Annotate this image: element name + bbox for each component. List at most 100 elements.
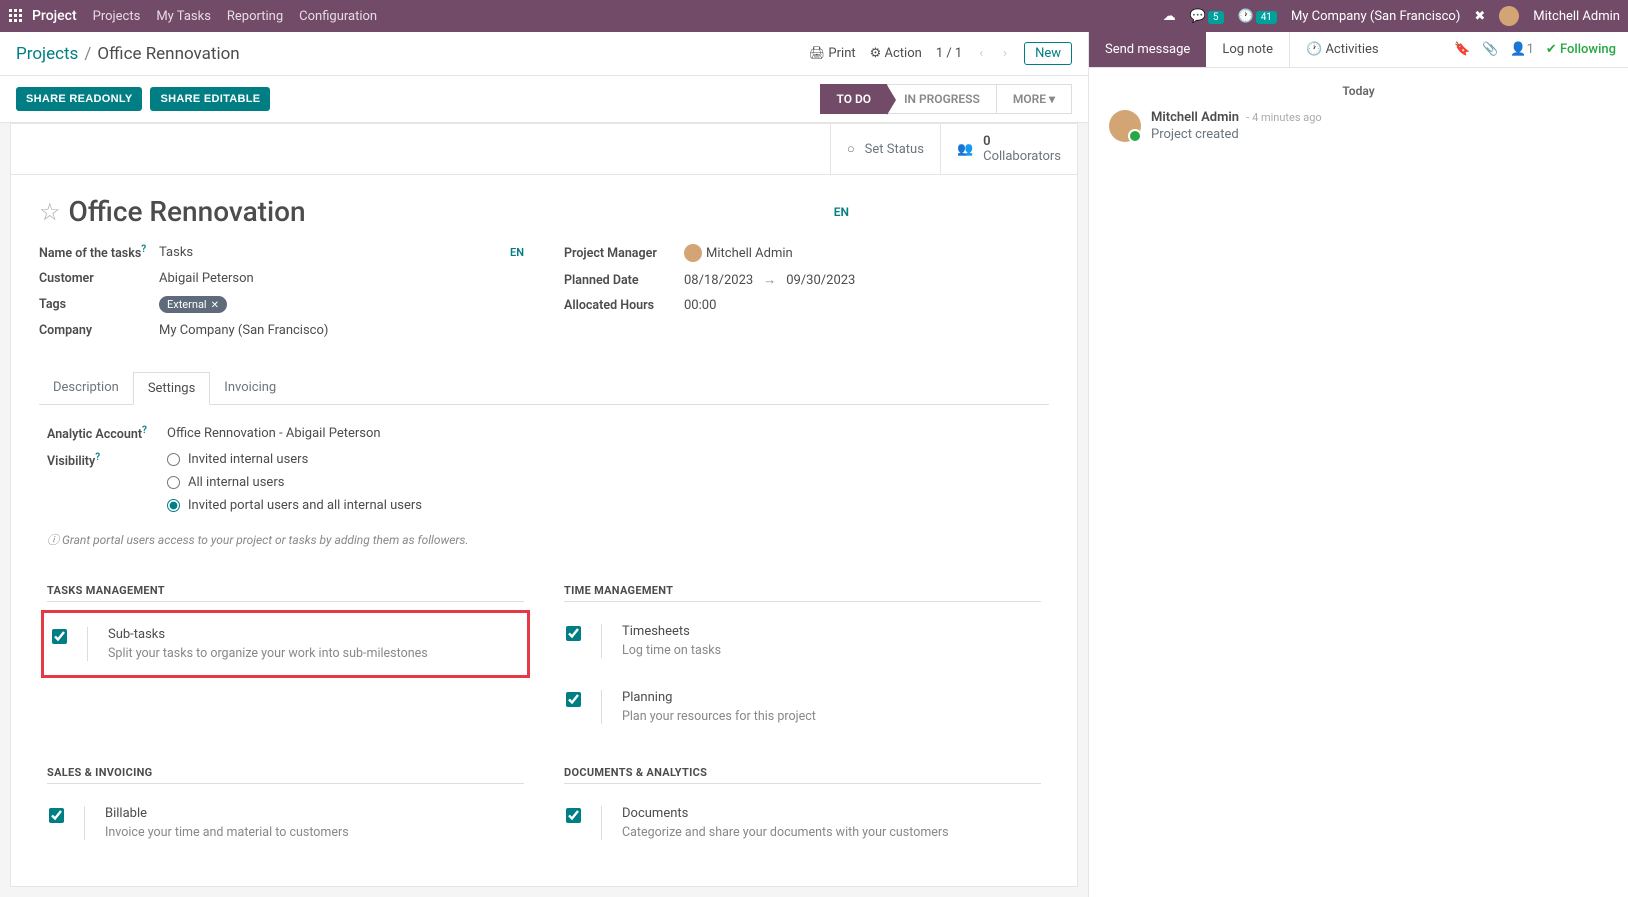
action-button[interactable]: ⚙ Action (870, 46, 922, 61)
breadcrumb-bar: Projects / Office Rennovation 🖨 Print ⚙ … (0, 32, 1088, 76)
value-pm[interactable]: Mitchell Admin (706, 246, 793, 261)
pager-text: 1 / 1 (936, 46, 962, 61)
label-nameoftasks: Name of the tasks? (39, 244, 159, 261)
documents-title: Documents (622, 806, 949, 821)
log-note-button[interactable]: Log note (1206, 32, 1289, 67)
msg-author: Mitchell Admin (1151, 110, 1239, 125)
label-tags: Tags (39, 297, 159, 312)
label-planned: Planned Date (564, 273, 684, 288)
bookmark-icon[interactable]: 🔖 (1454, 42, 1470, 57)
topnav: Projects My Tasks Reporting Configuratio… (93, 9, 377, 24)
favorite-star-icon[interactable]: ☆ (39, 198, 61, 226)
stage-more[interactable]: MORE ▾ (996, 84, 1072, 114)
timesheets-desc: Log time on tasks (622, 643, 721, 658)
following-button[interactable]: ✔ Following (1546, 42, 1616, 57)
tab-invoicing[interactable]: Invoicing (210, 372, 290, 404)
tabs: Description Settings Invoicing (39, 372, 1049, 405)
subtasks-desc: Split your tasks to organize your work i… (108, 646, 428, 661)
activities-button[interactable]: 🕐 Activities (1289, 32, 1395, 67)
chat-icon[interactable]: 💬5 (1190, 9, 1224, 24)
share-readonly-button[interactable]: SHARE READONLY (16, 87, 142, 111)
brand[interactable]: Project (32, 8, 77, 24)
user-name[interactable]: Mitchell Admin (1533, 9, 1620, 24)
pm-avatar (684, 244, 702, 262)
pager-prev[interactable]: ‹ (976, 46, 986, 61)
msg-avatar (1109, 110, 1141, 142)
pager-next[interactable]: › (1000, 46, 1010, 61)
actionbar: SHARE READONLY SHARE EDITABLE TO DO IN P… (0, 76, 1088, 123)
breadcrumb-sep: / (84, 44, 91, 64)
breadcrumb-current: Office Rennovation (97, 44, 239, 64)
title-lang[interactable]: EN (834, 205, 849, 219)
chatter-date: Today (1109, 84, 1608, 98)
timesheets-title: Timesheets (622, 624, 721, 639)
nav-reporting[interactable]: Reporting (227, 9, 283, 24)
nav-projects[interactable]: Projects (93, 9, 141, 24)
set-status-box[interactable]: ○Set Status (830, 124, 940, 174)
form-sheet: ○Set Status 👥 0 Collaborators ☆ Office R… (10, 123, 1078, 887)
stage-todo[interactable]: TO DO (820, 84, 889, 114)
value-company[interactable]: My Company (San Francisco) (159, 323, 328, 338)
checkbox-documents[interactable] (566, 808, 581, 823)
header-docs: DOCUMENTS & ANALYTICS (564, 766, 1041, 779)
share-editable-button[interactable]: SHARE EDITABLE (150, 87, 270, 111)
msg-time: - 4 minutes ago (1246, 111, 1321, 124)
tag-external[interactable]: External✕ (159, 296, 227, 313)
label-customer: Customer (39, 271, 159, 286)
topbar: Project Projects My Tasks Reporting Conf… (0, 0, 1628, 32)
subtasks-title: Sub-tasks (108, 627, 428, 642)
billable-desc: Invoice your time and material to custom… (105, 825, 349, 840)
checkbox-planning[interactable] (566, 692, 581, 707)
value-analytic[interactable]: Office Rennovation - Abigail Peterson (167, 426, 381, 441)
msg-text: Project created (1151, 127, 1322, 142)
tools-icon[interactable]: ✖ (1474, 9, 1485, 24)
clock-icon[interactable]: 🕐41 (1238, 9, 1277, 24)
value-nameoftasks[interactable]: Tasks (159, 245, 193, 260)
header-time-mgmt: TIME MANAGEMENT (564, 584, 1041, 597)
collaborators-box[interactable]: 👥 0 Collaborators (940, 124, 1077, 174)
value-hours[interactable]: 00:00 (684, 298, 716, 313)
label-analytic: Analytic Account? (47, 425, 167, 442)
breadcrumb-root[interactable]: Projects (16, 44, 78, 64)
new-button[interactable]: New (1024, 42, 1072, 65)
radio-vis-portal[interactable] (167, 499, 180, 512)
nav-mytasks[interactable]: My Tasks (156, 9, 211, 24)
tasks-lang[interactable]: EN (510, 246, 524, 259)
tab-description[interactable]: Description (39, 372, 133, 404)
highlight-subtasks: Sub-tasks Split your tasks to organize y… (41, 610, 530, 678)
project-title[interactable]: Office Rennovation (69, 195, 306, 228)
header-tasks-mgmt: TASKS MANAGEMENT (47, 584, 524, 597)
radio-vis-invited[interactable] (167, 453, 180, 466)
checkbox-billable[interactable] (49, 808, 64, 823)
header-sales: SALES & INVOICING (47, 766, 524, 779)
chatter: Send message Log note 🕐 Activities 🔖 📎 👤… (1088, 32, 1628, 897)
billable-title: Billable (105, 806, 349, 821)
planning-title: Planning (622, 690, 816, 705)
label-pm: Project Manager (564, 246, 684, 261)
tab-settings[interactable]: Settings (133, 372, 210, 405)
apps-icon[interactable] (8, 8, 24, 24)
radio-vis-all[interactable] (167, 476, 180, 489)
company-switcher[interactable]: My Company (San Francisco) (1291, 9, 1460, 24)
documents-desc: Categorize and share your documents with… (622, 825, 949, 840)
attachment-icon[interactable]: 📎 (1482, 42, 1498, 57)
stage-inprogress[interactable]: IN PROGRESS (887, 84, 997, 114)
date-arrow-icon: → (763, 272, 776, 288)
planned-end[interactable]: 09/30/2023 (786, 273, 855, 288)
label-visibility: Visibility? (47, 452, 167, 469)
checkbox-timesheets[interactable] (566, 626, 581, 641)
label-company: Company (39, 323, 159, 338)
visibility-hint: Grant portal users access to your projec… (47, 531, 1041, 548)
print-button[interactable]: 🖨 Print (809, 46, 856, 61)
followers-count[interactable]: 👤1 (1510, 42, 1534, 57)
label-hours: Allocated Hours (564, 298, 684, 313)
send-message-button[interactable]: Send message (1089, 32, 1206, 67)
nav-configuration[interactable]: Configuration (299, 9, 377, 24)
tray-icon[interactable]: ☁ (1163, 9, 1176, 24)
checkbox-subtasks[interactable] (52, 629, 67, 644)
value-customer[interactable]: Abigail Peterson (159, 271, 254, 286)
planned-start[interactable]: 08/18/2023 (684, 273, 753, 288)
planning-desc: Plan your resources for this project (622, 709, 816, 724)
message: Mitchell Admin - 4 minutes ago Project c… (1109, 110, 1608, 142)
user-avatar[interactable] (1499, 6, 1519, 26)
